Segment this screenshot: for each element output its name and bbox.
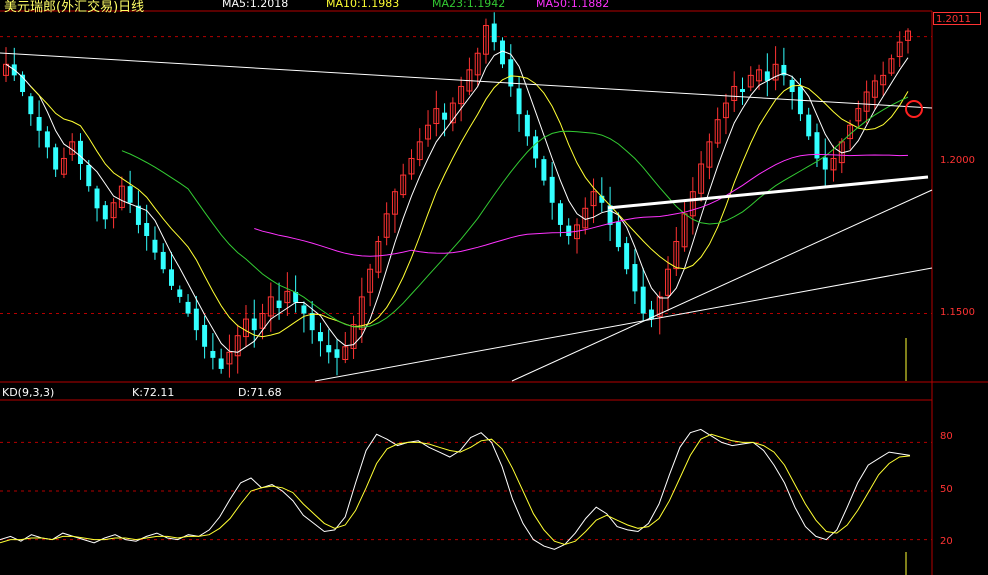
candle-body-down <box>566 225 572 236</box>
candle-body-down <box>326 345 332 353</box>
candle-body-down <box>524 114 530 137</box>
kd-k-readout: K:72.11 <box>132 386 175 399</box>
candle-body-down <box>160 251 166 270</box>
candle-body-down <box>516 88 522 115</box>
candle-body-down <box>533 136 539 159</box>
candle-body-down <box>624 243 630 270</box>
candle-body-down <box>541 159 547 181</box>
candle-body-down <box>276 300 282 308</box>
candle-body-down <box>202 324 208 347</box>
candle-body-down <box>77 140 83 164</box>
neckline-thick <box>607 175 929 210</box>
candle-body-down <box>127 186 133 203</box>
candle-body-down <box>193 308 199 331</box>
candle-body-down <box>822 157 828 170</box>
candle-body-down <box>218 358 224 369</box>
ma5-readout: MA5:1.2018 <box>222 0 289 10</box>
kd-k-line <box>0 428 911 550</box>
candle-body-down <box>28 96 34 115</box>
candle-body-down <box>508 59 514 87</box>
chart-title: 美元瑞郎(外汇交易)日线 <box>4 0 145 15</box>
candle-body-down <box>442 112 448 120</box>
kd-indicator-name: KD(9,3,3) <box>2 386 55 399</box>
candle-body-down <box>557 203 563 225</box>
candle-body-down <box>806 114 812 137</box>
ma23-line <box>121 96 909 328</box>
kd-d-readout: D:71.68 <box>238 386 282 399</box>
candle-body-down <box>301 305 307 314</box>
candle-body-down <box>94 188 100 209</box>
candle-body-down <box>135 205 141 225</box>
candle-body-down <box>177 289 183 297</box>
candle-body-down <box>309 313 315 331</box>
candle-body-down <box>632 264 638 292</box>
current-price-box: 1.2011 <box>933 12 981 25</box>
price-tick-1-1500: 1.1500 <box>940 307 975 318</box>
support-trendline-steep <box>511 189 933 382</box>
kd-d-line <box>0 433 911 546</box>
candle-body-down <box>251 318 257 331</box>
kd-tick-20: 20 <box>940 536 953 547</box>
candle-body-down <box>740 89 745 92</box>
candle-body-down <box>53 147 59 170</box>
candle-body-down <box>185 301 191 314</box>
ma5-line <box>5 50 909 353</box>
candle-body-down <box>169 269 174 286</box>
candle-body-down <box>152 239 158 253</box>
candle-body-down <box>334 349 340 358</box>
ma23-readout: MA23:1.1942 <box>432 0 506 10</box>
candle-body-down <box>317 332 323 342</box>
kd-tick-80: 80 <box>940 431 953 442</box>
candle-body-down <box>86 164 92 187</box>
ma50-readout: MA50:1.1882 <box>536 0 610 10</box>
candle-body-down <box>144 223 150 236</box>
candle-body-down <box>102 205 108 220</box>
ma10-line <box>30 75 909 338</box>
candle-body-down <box>210 350 216 358</box>
highlight-circle-marker <box>905 100 923 118</box>
candle-body-down <box>615 221 621 248</box>
candle-body-down <box>549 176 555 203</box>
candle-body-down <box>491 23 497 43</box>
candle-body-down <box>44 131 50 148</box>
candle-body-down <box>36 116 42 131</box>
support-trendline-lower <box>314 267 933 382</box>
kd-tick-50: 50 <box>940 484 953 495</box>
price-tick-1-2000: 1.2000 <box>940 155 975 166</box>
chart-canvas <box>0 10 988 575</box>
candle-body-down <box>640 286 646 314</box>
ma10-readout: MA10:1.1983 <box>326 0 400 10</box>
